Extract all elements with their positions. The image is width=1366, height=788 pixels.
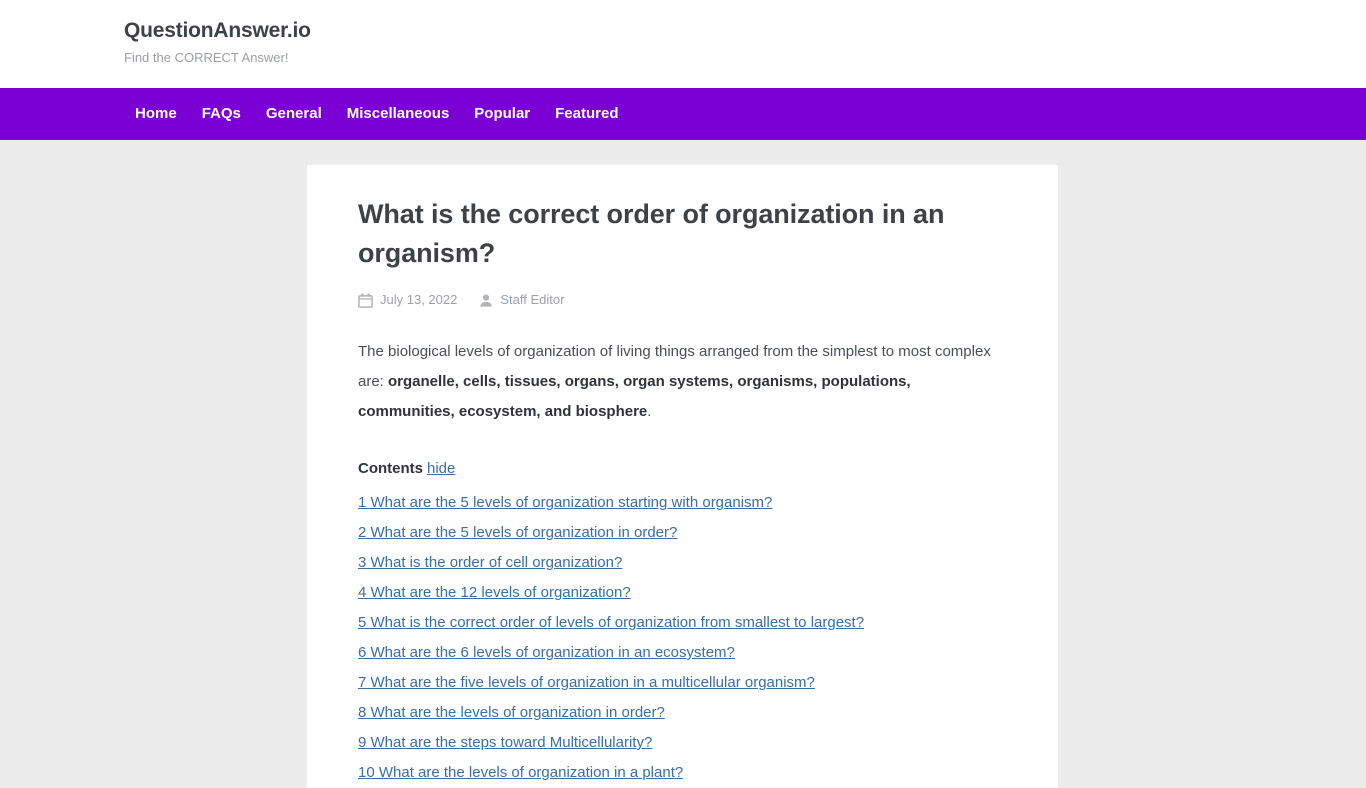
toc-link-9[interactable]: 9 What are the steps toward Multicellula…	[358, 728, 652, 758]
toc-hide-toggle[interactable]: hide	[427, 460, 455, 477]
toc-link-5[interactable]: 5 What is the correct order of levels of…	[358, 608, 864, 638]
article-meta: July 13, 2022 Staff Editor	[358, 291, 1007, 309]
page-body: What is the correct order of organizatio…	[0, 140, 1366, 788]
list-item: 6 What are the 6 levels of organization …	[358, 638, 1007, 668]
toc-link-2[interactable]: 2 What are the 5 levels of organization …	[358, 518, 677, 548]
intro-emphasis: organelle, cells, tissues, organs, organ…	[358, 373, 911, 420]
toc-link-8[interactable]: 8 What are the levels of organization in…	[358, 698, 665, 728]
calendar-icon	[358, 293, 373, 308]
nav-item-home[interactable]: Home	[135, 104, 177, 124]
toc-link-4[interactable]: 4 What are the 12 levels of organization…	[358, 578, 631, 608]
primary-navigation: Home FAQs General Miscellaneous Popular …	[0, 88, 1366, 140]
article-card: What is the correct order of organizatio…	[307, 165, 1058, 788]
toc-link-10[interactable]: 10 What are the levels of organization i…	[358, 758, 683, 788]
list-item: 10 What are the levels of organization i…	[358, 758, 1007, 788]
list-item: 7 What are the five levels of organizati…	[358, 668, 1007, 698]
toc-list: 1 What are the 5 levels of organization …	[358, 488, 1007, 788]
nav-item-faqs[interactable]: FAQs	[202, 104, 241, 124]
toc-link-6[interactable]: 6 What are the 6 levels of organization …	[358, 638, 735, 668]
author-name: Staff Editor	[500, 292, 565, 307]
user-icon	[479, 293, 493, 308]
nav-item-popular[interactable]: Popular	[474, 104, 530, 124]
toc-header: Contents hide	[358, 458, 1007, 480]
site-header: QuestionAnswer.io Find the CORRECT Answe…	[0, 0, 1366, 88]
toc-link-3[interactable]: 3 What is the order of cell organization…	[358, 548, 622, 578]
publish-date: July 13, 2022	[380, 292, 458, 307]
page-title: What is the correct order of organizatio…	[358, 199, 945, 268]
site-tagline: Find the CORRECT Answer!	[124, 50, 289, 65]
list-item: 4 What are the 12 levels of organization…	[358, 578, 1007, 608]
list-item: 9 What are the steps toward Multicellula…	[358, 728, 1007, 758]
list-item: 3 What is the order of cell organization…	[358, 548, 1007, 578]
article-intro: The biological levels of organization of…	[358, 337, 1007, 427]
meta-date: July 13, 2022	[358, 291, 457, 309]
toc-title: Contents	[358, 460, 423, 477]
list-item: 1 What are the 5 levels of organization …	[358, 488, 1007, 518]
list-item: 5 What is the correct order of levels of…	[358, 608, 1007, 638]
nav-item-general[interactable]: General	[266, 104, 322, 124]
list-item: 2 What are the 5 levels of organization …	[358, 518, 1007, 548]
nav-item-miscellaneous[interactable]: Miscellaneous	[347, 104, 450, 124]
toc-link-1[interactable]: 1 What are the 5 levels of organization …	[358, 488, 772, 518]
list-item: 8 What are the levels of organization in…	[358, 698, 1007, 728]
table-of-contents: Contents hide 1 What are the 5 levels of …	[358, 458, 1007, 788]
nav-item-featured[interactable]: Featured	[555, 104, 618, 124]
site-title[interactable]: QuestionAnswer.io	[124, 18, 1366, 44]
toc-link-7[interactable]: 7 What are the five levels of organizati…	[358, 668, 815, 698]
meta-author: Staff Editor	[479, 291, 564, 309]
intro-tail: .	[647, 403, 652, 420]
